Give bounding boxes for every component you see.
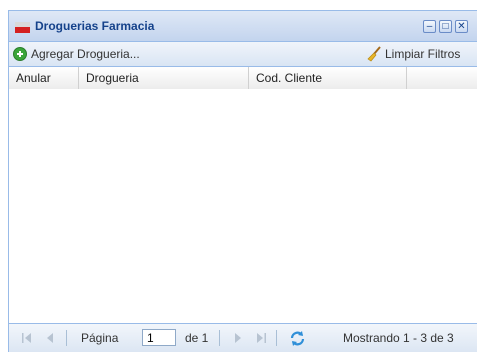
pager-separator: [219, 330, 220, 346]
grid-body[interactable]: [9, 89, 477, 324]
page-label: Página: [81, 331, 119, 345]
minimize-icon[interactable]: –: [423, 20, 436, 33]
clear-filters-label: Limpiar Filtros: [385, 47, 461, 61]
prev-page-icon[interactable]: [43, 332, 57, 344]
column-header-cod-cliente[interactable]: Cod. Cliente: [249, 67, 407, 89]
column-header-anular[interactable]: Anular: [9, 67, 79, 89]
next-page-icon[interactable]: [231, 332, 245, 344]
window-title: Droguerias Farmacia: [35, 19, 155, 33]
page-number-input[interactable]: [142, 329, 176, 346]
close-icon[interactable]: ✕: [455, 20, 468, 33]
broom-icon: [367, 46, 381, 62]
last-page-icon[interactable]: [254, 332, 268, 344]
clear-filters-button[interactable]: Limpiar Filtros: [366, 42, 460, 66]
toolbar: Agregar Drogueria... Limpiar Filtros: [9, 42, 477, 67]
pager-separator: [276, 330, 277, 346]
paging-toolbar: Página de 1 Mostrando 1 - 3 de 3: [9, 323, 477, 352]
display-info: Mostrando 1 - 3 de 3: [343, 331, 454, 345]
add-icon: [13, 47, 27, 61]
first-page-icon[interactable]: [20, 332, 34, 344]
add-drogueria-label: Agregar Drogueria...: [31, 47, 140, 61]
pager-separator: [66, 330, 67, 346]
refresh-icon[interactable]: [289, 330, 306, 347]
add-drogueria-button[interactable]: Agregar Drogueria...: [13, 42, 140, 66]
page-count-label: de 1: [185, 331, 209, 345]
window-titlebar[interactable]: Droguerias Farmacia – □ ✕: [9, 11, 477, 42]
column-header-drogueria[interactable]: Drogueria: [79, 67, 249, 89]
window-icon: [15, 22, 30, 33]
grid-window: Droguerias Farmacia – □ ✕ Agregar Drogue…: [8, 10, 477, 352]
column-header-extra[interactable]: [407, 67, 477, 89]
grid-header: Anular Drogueria Cod. Cliente: [9, 67, 477, 90]
maximize-icon[interactable]: □: [439, 20, 452, 33]
